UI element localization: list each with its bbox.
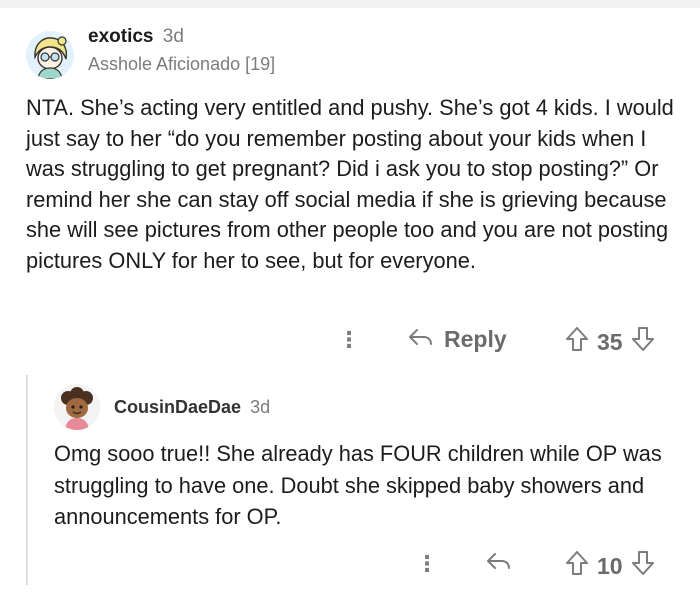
- comment-body: Omg sooo true!! She already has FOUR chi…: [54, 441, 662, 529]
- timestamp: 3d: [162, 26, 184, 47]
- avatar[interactable]: [26, 31, 74, 79]
- downvote-icon[interactable]: [631, 550, 655, 582]
- vote-score: 35: [597, 328, 623, 355]
- more-options-icon[interactable]: ⋮: [338, 329, 360, 351]
- downvote-icon[interactable]: [631, 326, 655, 358]
- comment-body: NTA. She’s acting very entitled and push…: [26, 95, 674, 273]
- comment-actions: ⋮ 10: [0, 546, 700, 582]
- upvote-icon[interactable]: [565, 326, 589, 358]
- comment: exotics 3d Asshole Aficionado [19] NTA. …: [0, 8, 700, 360]
- avatar[interactable]: [54, 384, 100, 430]
- vote-score: 10: [597, 552, 623, 579]
- vote-controls: 10: [565, 550, 655, 582]
- comment-header: CousinDaeDae 3d: [114, 397, 270, 418]
- timestamp: 3d: [250, 397, 271, 417]
- reply-arrow-icon: [408, 326, 434, 353]
- comment-actions: ⋮ Reply 35: [0, 322, 700, 358]
- comment-header: exotics 3d: [88, 26, 184, 48]
- reply-arrow-icon: [486, 550, 512, 577]
- username[interactable]: CousinDaeDae: [114, 397, 241, 417]
- upvote-icon[interactable]: [565, 550, 589, 582]
- more-options-icon[interactable]: ⋮: [416, 553, 438, 575]
- username[interactable]: exotics: [88, 26, 153, 47]
- vote-controls: 35: [565, 326, 655, 358]
- user-flair: Asshole Aficionado [19]: [88, 54, 276, 74]
- reply-button[interactable]: Reply: [408, 326, 507, 353]
- reply-label: Reply: [444, 326, 507, 352]
- reply-button[interactable]: [486, 550, 512, 577]
- top-divider: [0, 0, 700, 8]
